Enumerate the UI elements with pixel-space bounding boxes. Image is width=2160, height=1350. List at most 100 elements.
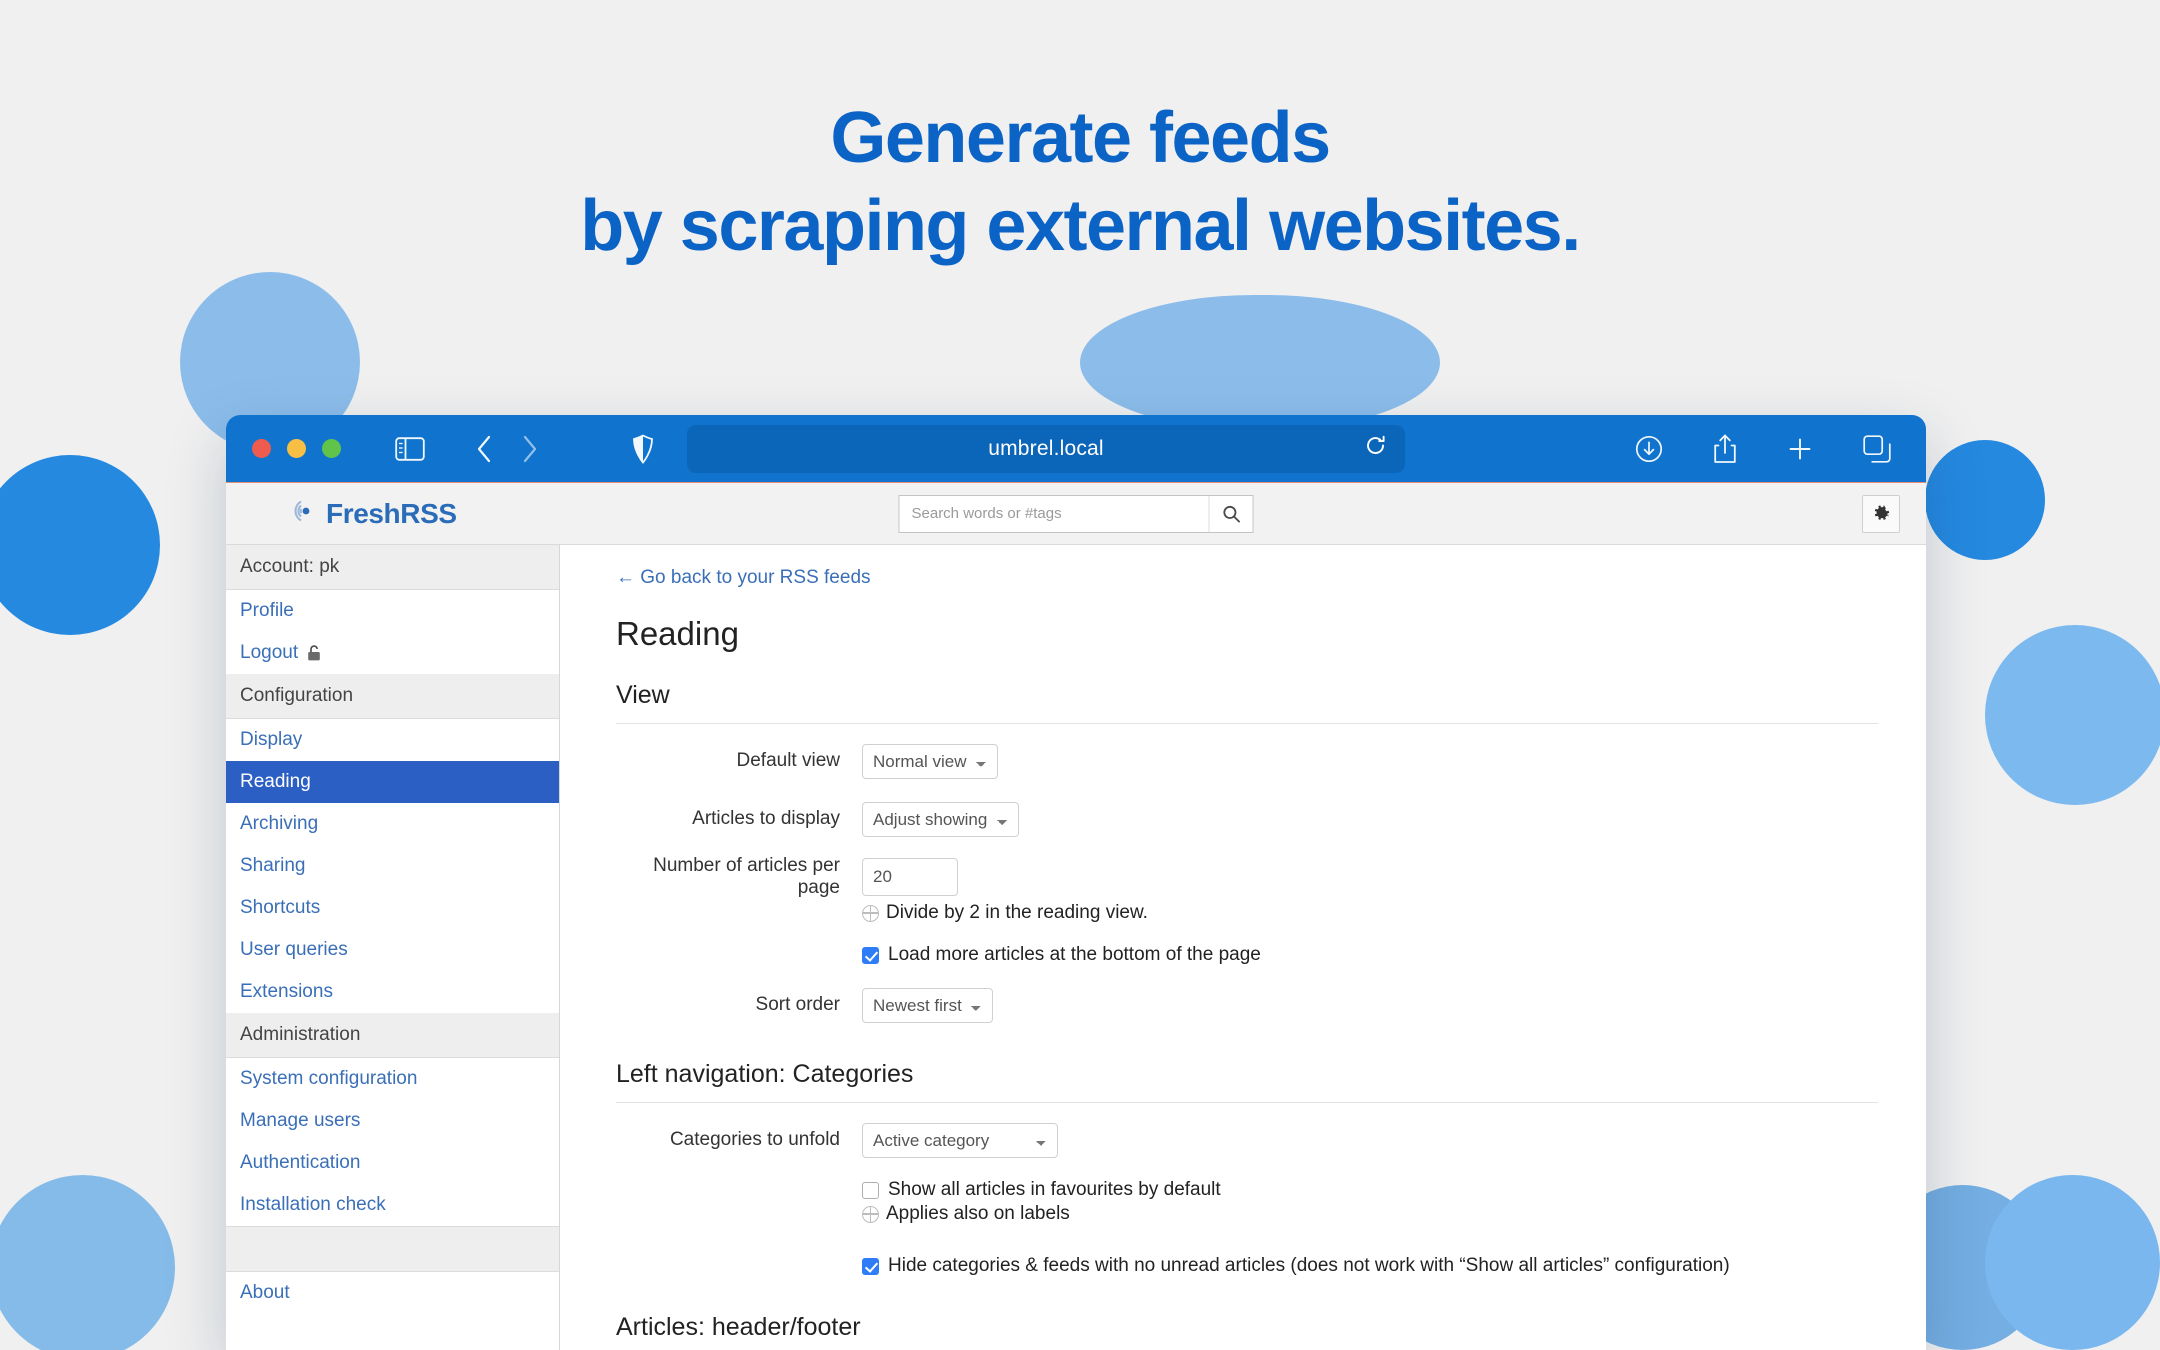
field-categories-to-unfold: Categories to unfold Active category bbox=[616, 1111, 1880, 1169]
sidebar-header-administration: Administration bbox=[226, 1013, 559, 1058]
sidebar-item-label: Reading bbox=[240, 771, 311, 792]
field-label: Default view bbox=[736, 750, 841, 771]
page-title: Reading bbox=[616, 615, 739, 652]
field-load-more-articles: Load more articles at the bottom of the … bbox=[616, 934, 1880, 976]
sidebar-divider bbox=[226, 1226, 559, 1272]
search-box bbox=[898, 494, 1254, 533]
sidebar-toggle-icon[interactable] bbox=[395, 436, 425, 461]
forward-chevron-icon[interactable] bbox=[521, 434, 539, 464]
articles-to-display-select[interactable]: Adjust showing bbox=[862, 801, 1019, 837]
sidebar-item-archiving[interactable]: Archiving bbox=[226, 803, 559, 845]
decorative-circle-bottom-right-b bbox=[1985, 1175, 2160, 1350]
sidebar-item-extensions[interactable]: Extensions bbox=[226, 971, 559, 1013]
hide-categories-checkbox[interactable] bbox=[862, 1257, 879, 1275]
sidebar-item-label: Manage users bbox=[240, 1110, 361, 1131]
back-to-feeds-link[interactable]: ← Go back to your RSS feeds bbox=[616, 567, 871, 589]
sidebar-item-label: User queries bbox=[240, 939, 348, 960]
field-default-view: Default view Normal view bbox=[616, 732, 1880, 790]
browser-toolbar-right-actions bbox=[1634, 433, 1900, 465]
browser-toolbar: umbrel.local bbox=[226, 415, 1926, 483]
section-title-left-navigation: Left navigation: Categories bbox=[616, 1060, 1878, 1103]
settings-main-panel: ← Go back to your RSS feeds Reading View… bbox=[560, 545, 1926, 1350]
sidebar-item-installation-check[interactable]: Installation check bbox=[226, 1184, 559, 1226]
close-window-button[interactable] bbox=[252, 439, 271, 458]
checkbox-label: Hide categories & feeds with no unread a… bbox=[888, 1255, 1730, 1276]
sidebar-item-reading[interactable]: Reading bbox=[226, 761, 559, 803]
tab-overview-icon[interactable] bbox=[1862, 434, 1892, 464]
sidebar-item-system-configuration[interactable]: System configuration bbox=[226, 1058, 559, 1100]
plus-icon[interactable] bbox=[1786, 435, 1814, 463]
field-hide-categories: Hide categories & feeds with no unread a… bbox=[616, 1245, 1880, 1287]
field-label: Sort order bbox=[755, 994, 840, 1015]
divide-by-two-hint: Divide by 2 in the reading view. bbox=[616, 902, 1880, 924]
sidebar-item-label: Shortcuts bbox=[240, 897, 321, 918]
decorative-blob-headline bbox=[1080, 295, 1440, 430]
back-chevron-icon[interactable] bbox=[475, 434, 493, 464]
sidebar-item-authentication[interactable]: Authentication bbox=[226, 1142, 559, 1184]
decorative-circle-right-light bbox=[1985, 625, 2160, 805]
decorative-circle-left-solid bbox=[0, 455, 160, 635]
sidebar-item-label: Extensions bbox=[240, 981, 333, 1002]
sidebar-item-shortcuts[interactable]: Shortcuts bbox=[226, 887, 559, 929]
zoom-window-button[interactable] bbox=[322, 439, 341, 458]
sidebar-item-label: Authentication bbox=[240, 1152, 361, 1173]
share-icon[interactable] bbox=[1712, 433, 1738, 465]
sort-order-select[interactable]: Newest first bbox=[862, 987, 993, 1023]
field-articles-per-page: Number of articles per page bbox=[616, 848, 1880, 906]
field-label: Categories to unfold bbox=[669, 1129, 840, 1150]
settings-sidebar: Account: pk Profile Logout Configuration… bbox=[226, 545, 560, 1350]
sidebar-header-configuration: Configuration bbox=[226, 674, 559, 719]
hint-text: Applies also on labels bbox=[886, 1203, 1070, 1224]
sidebar-item-label: About bbox=[240, 1282, 290, 1303]
checkbox-label: Show all articles in favourites by defau… bbox=[888, 1179, 1221, 1200]
search-input[interactable] bbox=[899, 495, 1209, 532]
sidebar-item-about[interactable]: About bbox=[226, 1272, 559, 1314]
articles-per-page-input[interactable] bbox=[862, 858, 958, 896]
sidebar-item-label: Profile bbox=[240, 600, 294, 621]
checkbox-label: Load more articles at the bottom of the … bbox=[888, 944, 1261, 965]
field-label: Number of articles per page bbox=[653, 855, 840, 898]
sidebar-item-display[interactable]: Display bbox=[226, 719, 559, 761]
sidebar-item-manage-users[interactable]: Manage users bbox=[226, 1100, 559, 1142]
sidebar-item-user-queries[interactable]: User queries bbox=[226, 929, 559, 971]
sidebar-item-logout[interactable]: Logout bbox=[226, 632, 559, 674]
freshrss-mark-icon bbox=[288, 497, 316, 530]
unlock-icon bbox=[306, 644, 322, 662]
marketing-headline: Generate feeds by scraping external webs… bbox=[0, 95, 2160, 271]
app-header: FreshRSS bbox=[226, 483, 1926, 545]
load-more-articles-checkbox[interactable] bbox=[862, 946, 879, 964]
categories-to-unfold-select[interactable]: Active category bbox=[862, 1122, 1058, 1158]
sidebar-item-label: System configuration bbox=[240, 1068, 418, 1089]
app-logo[interactable]: FreshRSS bbox=[288, 497, 457, 530]
decorative-circle-right-solid bbox=[1925, 440, 2045, 560]
hint-text: Divide by 2 in the reading view. bbox=[886, 902, 1148, 923]
show-all-favourites-checkbox[interactable] bbox=[862, 1181, 879, 1199]
field-articles-to-display: Articles to display Adjust showing bbox=[616, 790, 1880, 848]
sidebar-item-label: Installation check bbox=[240, 1194, 386, 1215]
headline-line-2: by scraping external websites. bbox=[580, 185, 1581, 266]
reload-icon[interactable] bbox=[1365, 434, 1387, 463]
minimize-window-button[interactable] bbox=[287, 439, 306, 458]
search-icon[interactable] bbox=[1208, 495, 1253, 532]
section-title-view: View bbox=[616, 681, 1878, 724]
browser-window: umbrel.local FreshRSS Search words or #t… bbox=[226, 415, 1926, 1350]
sidebar-item-label: Sharing bbox=[240, 855, 306, 876]
gear-icon[interactable] bbox=[1862, 494, 1900, 533]
sidebar-item-label: Logout bbox=[240, 642, 299, 663]
address-bar-url: umbrel.local bbox=[988, 436, 1104, 460]
decorative-circle-bottom-left bbox=[0, 1175, 175, 1350]
sidebar-item-profile[interactable]: Profile bbox=[226, 590, 559, 632]
default-view-select[interactable]: Normal view bbox=[862, 743, 998, 779]
sidebar-item-sharing[interactable]: Sharing bbox=[226, 845, 559, 887]
applies-on-labels-hint: Applies also on labels bbox=[616, 1203, 1880, 1225]
sidebar-header-account: Account: pk bbox=[226, 545, 559, 590]
app-body: Account: pk Profile Logout Configuration… bbox=[226, 545, 1926, 1350]
field-sort-order: Sort order Newest first bbox=[616, 976, 1880, 1034]
sidebar-item-label: Display bbox=[240, 729, 303, 750]
downloads-icon[interactable] bbox=[1634, 434, 1664, 464]
address-bar[interactable]: umbrel.local bbox=[687, 424, 1405, 473]
privacy-shield-icon[interactable] bbox=[631, 433, 655, 464]
sidebar-item-label: Archiving bbox=[240, 813, 319, 834]
help-icon bbox=[862, 904, 879, 922]
field-label: Articles to display bbox=[692, 808, 840, 829]
